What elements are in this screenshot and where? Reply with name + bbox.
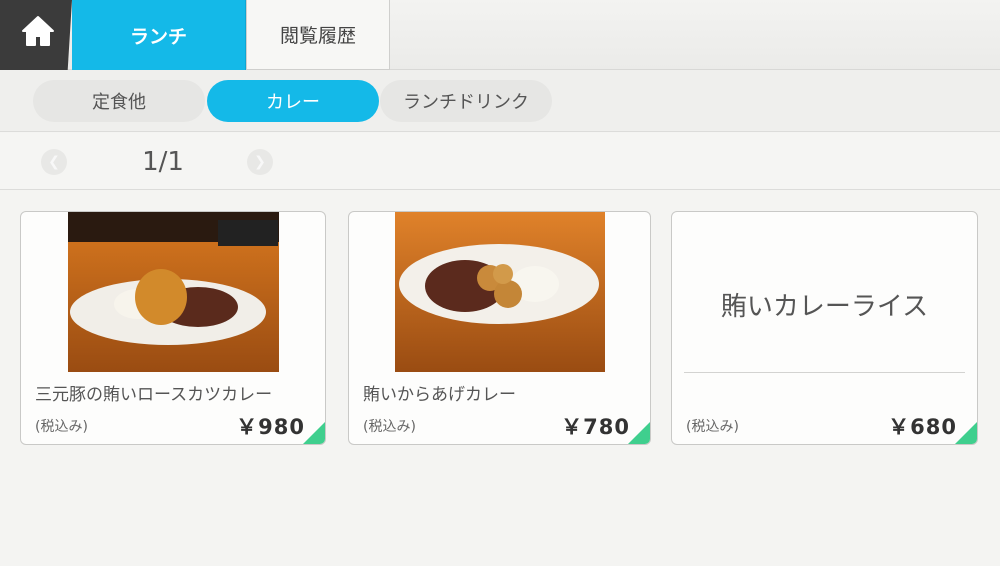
- item-price: ￥780: [561, 415, 630, 439]
- category-lunch-drink[interactable]: ランチドリンク: [380, 80, 552, 122]
- item-name: 賄いからあげカレー: [363, 385, 516, 405]
- item-price: ￥980: [236, 415, 305, 439]
- tab-history[interactable]: 閲覧履歴: [246, 0, 390, 70]
- item-name: 三元豚の賄いロースカツカレー: [35, 385, 273, 405]
- tab-lunch[interactable]: ランチ: [72, 0, 246, 70]
- next-page-button[interactable]: ❯: [247, 149, 273, 175]
- prev-page-button[interactable]: ❮: [41, 149, 67, 175]
- tax-label: (税込み): [35, 419, 88, 435]
- home-icon: [22, 16, 54, 46]
- category-label: カレー: [266, 92, 320, 113]
- karaage-curry-photo: [395, 212, 605, 372]
- item-price: ￥680: [888, 415, 957, 439]
- category-label: ランチドリンク: [403, 92, 529, 113]
- katsu-curry-photo: [68, 212, 279, 372]
- menu-item-card[interactable]: 賄いからあげカレー (税込み) ￥780: [348, 211, 651, 445]
- divider: [684, 372, 965, 373]
- tab-history-label: 閲覧履歴: [279, 25, 356, 47]
- item-name: 賄いカレーライス: [720, 292, 929, 322]
- tax-label: (税込み): [363, 419, 416, 435]
- tab-lunch-label: ランチ: [129, 25, 187, 48]
- chevron-left-icon: ❮: [48, 154, 60, 170]
- category-teishoku[interactable]: 定食他: [33, 80, 205, 122]
- top-tab-bar: ランチ 閲覧履歴: [0, 0, 1000, 70]
- chevron-right-icon: ❯: [254, 154, 266, 170]
- category-curry[interactable]: カレー: [207, 80, 379, 122]
- category-bar: 定食他 カレー ランチドリンク: [0, 70, 1000, 132]
- corner-badge: [955, 422, 977, 444]
- menu-item-card[interactable]: 賄いカレーライス (税込み) ￥680: [671, 211, 978, 445]
- pager: ❮ 1/1 ❯: [0, 133, 1000, 190]
- corner-badge: [303, 422, 325, 444]
- page-indicator: 1/1: [142, 147, 184, 177]
- corner-badge: [628, 422, 650, 444]
- menu-item-card[interactable]: 三元豚の賄いロースカツカレー (税込み) ￥980: [20, 211, 326, 445]
- home-button[interactable]: [0, 0, 72, 70]
- tax-label: (税込み): [686, 419, 739, 435]
- category-label: 定食他: [92, 92, 146, 113]
